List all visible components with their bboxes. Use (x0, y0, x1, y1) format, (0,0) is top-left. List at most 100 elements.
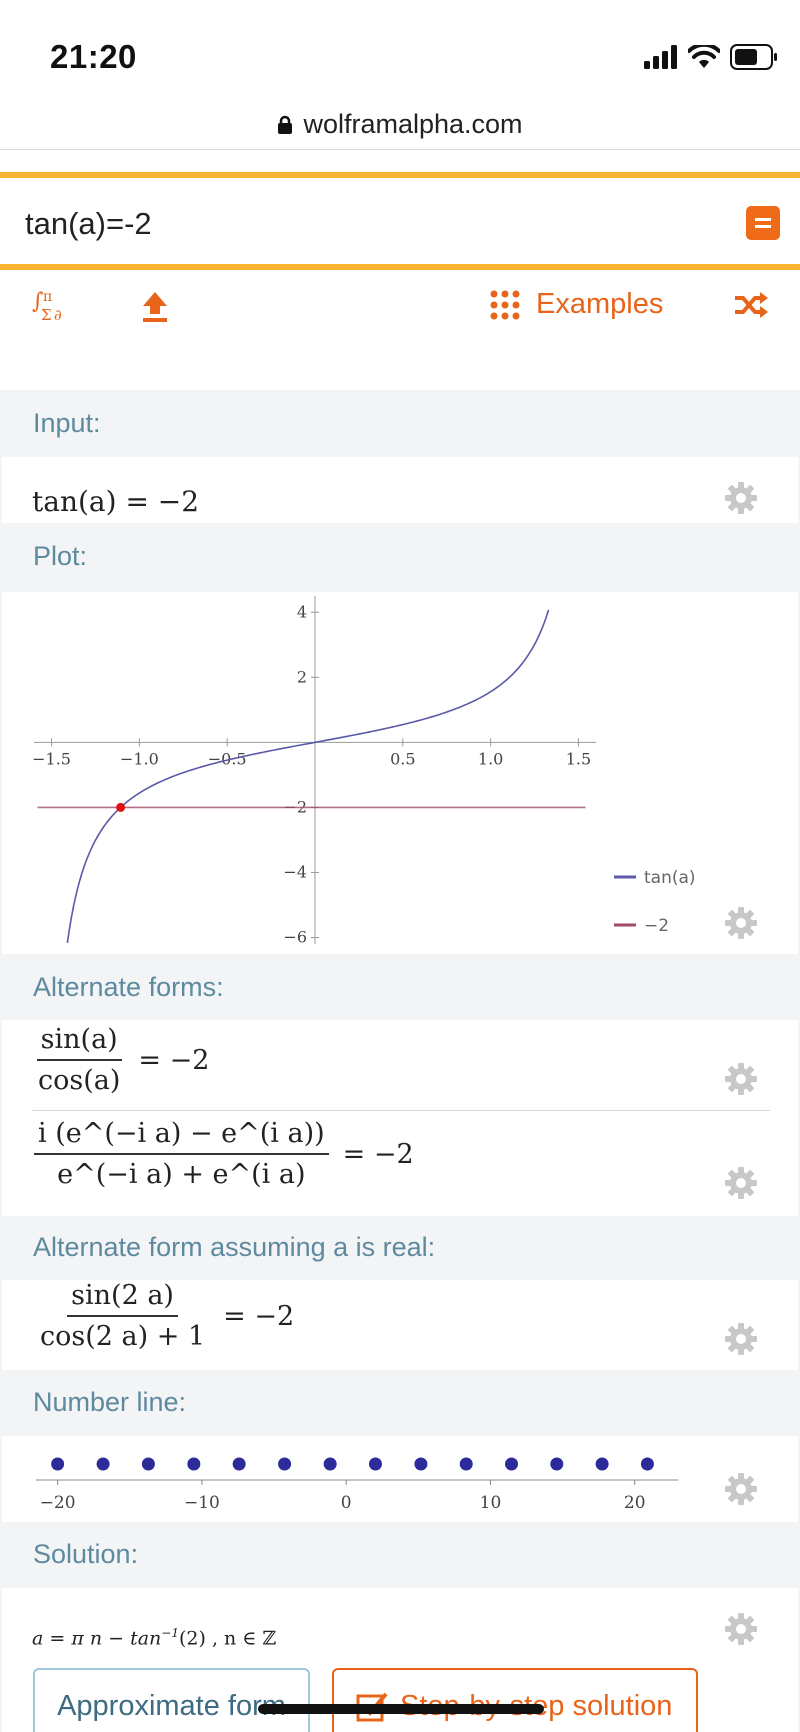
solution-expression: a = π n − tan−1(2) , n ∈ ℤ (32, 1626, 276, 1649)
pod-title-input: Input: (33, 408, 101, 438)
y-tick-label: −6 (283, 927, 307, 946)
number-line-tick-label: −10 (184, 1493, 220, 1513)
alt-form-2-denominator: e^(−i a) + e^(i a) (57, 1159, 306, 1190)
pod-title-alternate-forms: Alternate forms: (33, 972, 224, 1002)
alt-real-numerator: sin(2 a) (67, 1280, 178, 1317)
alt-form-2-rhs: = −2 (342, 1138, 414, 1170)
gear-icon[interactable] (724, 1062, 758, 1096)
shuffle-icon (735, 292, 768, 318)
math-symbols-icon: ∫ π Σ ∂ (32, 289, 62, 324)
x-tick-label: −1.0 (120, 749, 159, 768)
input-rhs: = −2 (125, 485, 200, 518)
alt-real-denominator: cos(2 a) + 1 (40, 1321, 206, 1352)
alt-form-1-denominator: cos(a) (38, 1065, 121, 1096)
svg-text:Σ: Σ (41, 306, 52, 324)
number-line-tick-label: 20 (624, 1493, 646, 1513)
pod-number-line: −20 −10 0 10 20 (2, 1436, 798, 1522)
number-line-plot: −20 −10 0 10 20 (36, 1457, 678, 1513)
solution-point (640, 1457, 654, 1471)
wifi-icon (688, 45, 720, 68)
alt-form-1-fraction: sin(a) cos(a) (34, 1024, 124, 1096)
status-bar: 21:20 (0, 0, 800, 100)
compute-button[interactable] (746, 206, 780, 240)
alt-form-2-fraction: i (e^(−i a) − e^(i a)) e^(−i a) + e^(i a… (34, 1118, 329, 1190)
url-text: wolframalpha.com (303, 109, 523, 139)
x-tick-label: 1.5 (566, 749, 591, 768)
gear-icon[interactable] (724, 1166, 758, 1200)
number-line-tick-label: 0 (341, 1493, 352, 1513)
solution-expr-tail: (2) , n ∈ ℤ (179, 1627, 277, 1650)
battery-icon (730, 44, 777, 70)
gear-icon[interactable] (724, 1612, 758, 1646)
x-tick-label: 1.0 (478, 749, 503, 768)
home-indicator (258, 1704, 544, 1714)
solution-point (368, 1457, 382, 1471)
status-time: 21:20 (50, 38, 137, 75)
gear-icon[interactable] (724, 1322, 758, 1356)
alt-form-2: i (e^(−i a) − e^(i a)) e^(−i a) + e^(i a… (34, 1118, 414, 1190)
alt-form-1-numerator: sin(a) (36, 1024, 122, 1061)
cellular-signal-icon (644, 45, 677, 69)
solution-point (278, 1457, 292, 1471)
solution-point (96, 1457, 110, 1471)
solution-point (595, 1457, 609, 1471)
pod-title-solution: Solution: (33, 1539, 139, 1569)
solution-point (51, 1457, 65, 1471)
math-keyboard-button[interactable]: ∫ π Σ ∂ (30, 286, 70, 326)
lock-icon (278, 115, 293, 134)
solution-point (141, 1457, 155, 1471)
alt-form-1-rhs: = −2 (138, 1044, 210, 1076)
pod-title-plot: Plot: (33, 541, 88, 571)
alt-real-form: sin(2 a) cos(2 a) + 1 = −2 (36, 1280, 294, 1352)
equals-icon (755, 218, 771, 228)
solution-point (505, 1457, 519, 1471)
solution-point (459, 1457, 473, 1471)
approximate-form-button[interactable]: Approximate form (33, 1668, 310, 1732)
y-tick-label: 2 (297, 667, 307, 686)
number-line-tick-label: 10 (480, 1493, 502, 1513)
divider (32, 1110, 770, 1111)
tan-plot: −1.5 −1.0 −0.5 0.5 1.0 1.542−2−4−6tan(a)−2 (32, 596, 696, 946)
solution-expr-main: a = π n − tan (32, 1627, 162, 1650)
solution-point (414, 1457, 428, 1471)
gear-icon[interactable] (724, 481, 758, 515)
input-lhs: tan(a) (32, 485, 117, 518)
solution-expr-sup: −1 (161, 1626, 179, 1640)
gear-icon[interactable] (724, 1472, 758, 1506)
pod-title-alternate-real: Alternate form assuming a is real: (33, 1232, 436, 1262)
gear-icon[interactable] (724, 906, 758, 940)
search-input[interactable]: tan(a)=-2 (25, 206, 152, 242)
legend-label-tan: tan(a) (644, 868, 696, 888)
pod-plot: −1.5 −1.0 −0.5 0.5 1.0 1.5 4 2 −2 −4 −6 tan(a) −2 (2, 592, 798, 954)
alt-real-rhs: = −2 (223, 1300, 295, 1332)
random-button[interactable] (733, 292, 769, 318)
pod-alternate-real: sin(2 a) cos(2 a) + 1 = −2 (2, 1280, 798, 1370)
solution-point (323, 1457, 337, 1471)
alt-form-2-numerator: i (e^(−i a) − e^(i a)) (34, 1118, 329, 1155)
pod-input: tan(a) = −2 (2, 457, 798, 523)
svg-text:∂: ∂ (54, 306, 62, 324)
x-tick-label: 0.5 (390, 749, 415, 768)
alt-real-fraction: sin(2 a) cos(2 a) + 1 (36, 1280, 209, 1352)
examples-label: Examples (536, 288, 664, 320)
x-tick-label: −0.5 (208, 749, 247, 768)
search-band: tan(a)=-2 (0, 172, 800, 270)
toolbar: ∫ π Σ ∂ Examples (0, 272, 800, 356)
address-bar[interactable]: wolframalpha.com (0, 100, 800, 150)
solution-point (232, 1457, 246, 1471)
upload-button[interactable] (140, 290, 170, 324)
x-tick-label: −1.5 (32, 749, 71, 768)
examples-button[interactable]: Examples (490, 288, 663, 321)
solution-point (550, 1457, 564, 1471)
step-by-step-button[interactable]: Step-by-step solution (332, 1668, 698, 1732)
number-line-tick-label: −20 (40, 1493, 76, 1513)
pod-alternate-forms: sin(a) cos(a) = −2 i (e^(−i a) − e^(i a)… (2, 1020, 798, 1216)
alt-form-1: sin(a) cos(a) = −2 (34, 1024, 209, 1096)
pod-title-number-line: Number line: (33, 1387, 187, 1417)
intersection-point (116, 802, 126, 812)
y-tick-label: −4 (283, 862, 307, 881)
series-line-tan (66, 609, 550, 943)
input-expression: tan(a) = −2 (32, 485, 199, 518)
legend-label-constant: −2 (644, 916, 669, 936)
svg-text:π: π (43, 289, 52, 305)
